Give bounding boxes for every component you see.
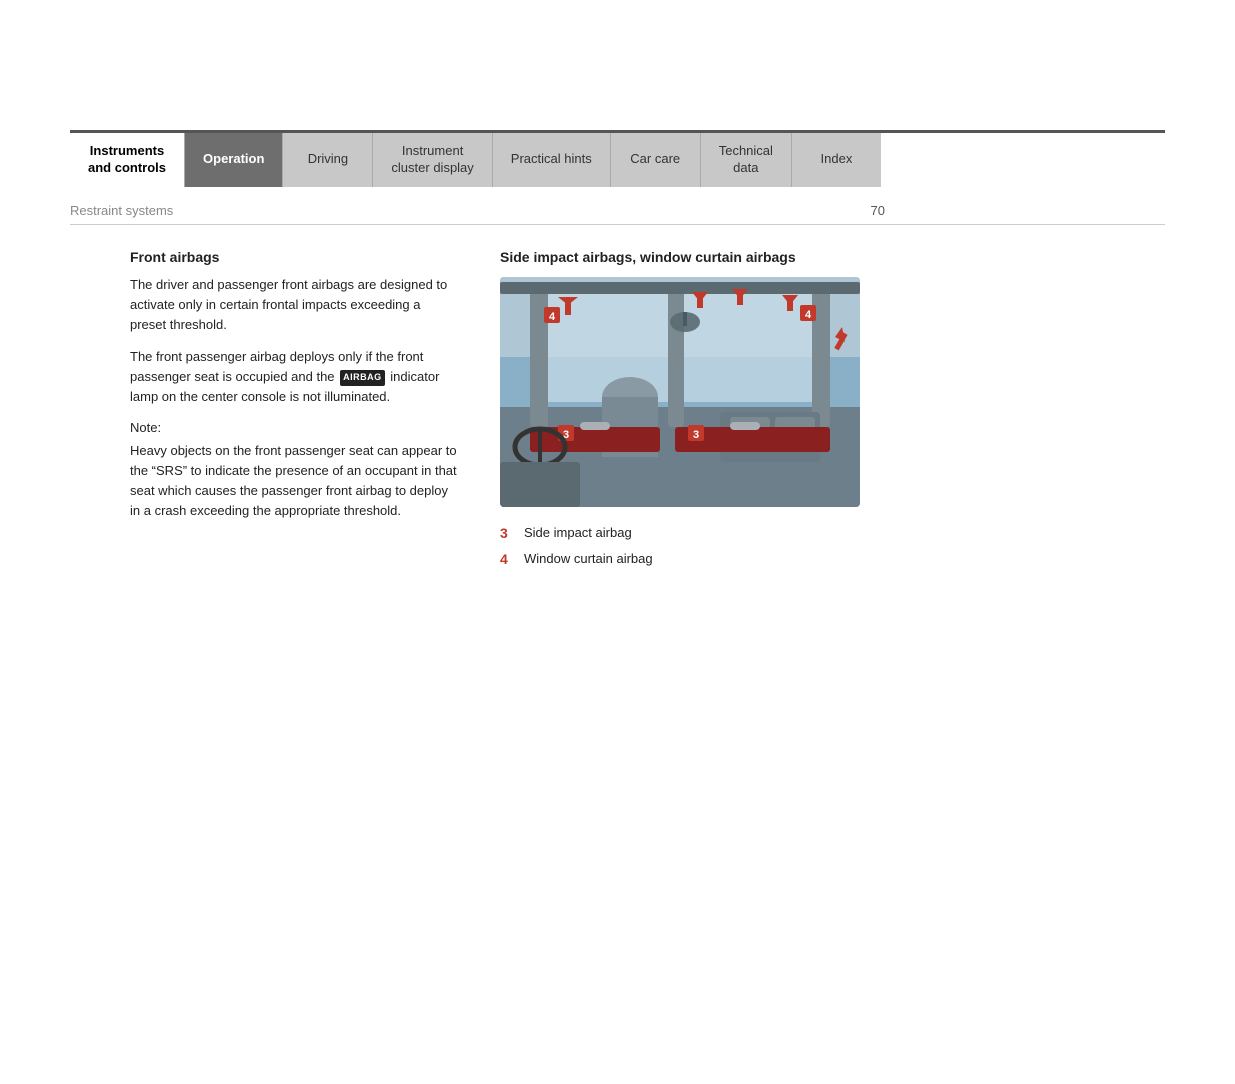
svg-text:4: 4 [549,311,556,323]
car-illustration: 4 4 [500,277,860,507]
right-column: Side impact airbags, window curtain airb… [500,249,920,577]
left-column: Front airbags The driver and passenger f… [70,249,460,577]
side-airbags-title: Side impact airbags, window curtain airb… [500,249,920,265]
legend-text-3: Side impact airbag [524,525,632,540]
legend-item-3: 3 Side impact airbag [500,525,920,541]
front-airbags-para2: The front passenger airbag deploys only … [130,347,460,407]
front-airbags-para1: The driver and passenger front airbags a… [130,275,460,335]
nav-index[interactable]: Index [791,133,881,187]
content-area: Front airbags The driver and passenger f… [70,249,1165,577]
breadcrumb: Restraint systems [70,203,871,218]
nav-driving[interactable]: Driving [282,133,372,187]
nav-car-care[interactable]: Car care [610,133,700,187]
nav-instruments[interactable]: Instruments and controls [70,133,184,187]
note-text: Heavy objects on the front passenger sea… [130,441,460,522]
legend-item-4: 4 Window curtain airbag [500,551,920,567]
front-airbags-title: Front airbags [130,249,460,265]
note-label: Note: [130,420,460,435]
page-number: 70 [871,203,885,218]
airbag-badge: AIRBAG [340,370,385,386]
navigation-bar: Instruments and controls Operation Drivi… [70,130,1165,187]
nav-technical-data[interactable]: Technical data [700,133,791,187]
svg-text:3: 3 [693,429,699,441]
nav-practical-hints[interactable]: Practical hints [492,133,610,187]
legend-text-4: Window curtain airbag [524,551,653,566]
page-header: Restraint systems 70 [70,197,1165,225]
svg-text:4: 4 [805,309,812,321]
nav-operation[interactable]: Operation [184,133,282,187]
legend-list: 3 Side impact airbag 4 Window curtain ai… [500,525,920,567]
legend-number-4: 4 [500,551,514,567]
legend-number-3: 3 [500,525,514,541]
nav-instrument-cluster[interactable]: Instrument cluster display [372,133,491,187]
